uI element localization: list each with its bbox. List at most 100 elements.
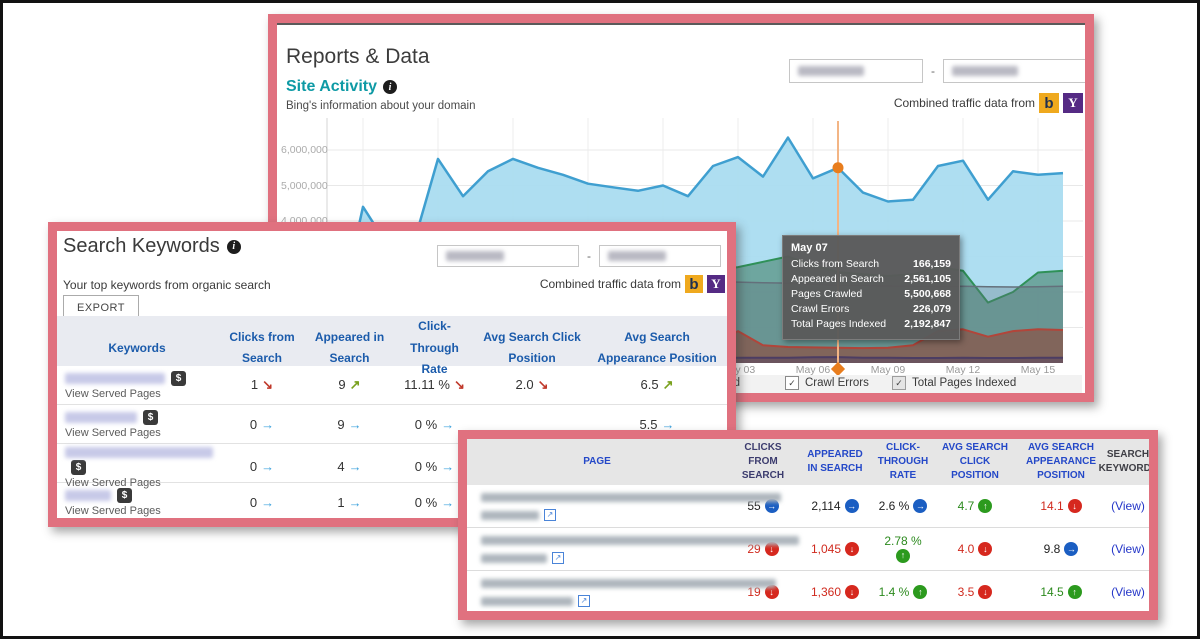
legend-checkbox[interactable]: ✓ <box>892 376 906 390</box>
metric-value: 1 <box>251 377 258 392</box>
view-served-pages-link[interactable]: View Served Pages <box>65 388 217 400</box>
view-served-pages-link[interactable]: View Served Pages <box>65 427 217 439</box>
metric-cell: 4.7↑ <box>935 499 1015 513</box>
y-axis-tick: 5,000,000 <box>281 180 323 192</box>
tooltip-row: Crawl Errors226,079 <box>791 302 951 317</box>
trend-down-circle-icon: ↓ <box>845 585 859 599</box>
keyword-blurred[interactable] <box>65 490 111 501</box>
column-header[interactable]: APPEARED IN SEARCH <box>799 439 871 485</box>
column-header[interactable]: Click-Through Rate <box>392 316 477 381</box>
page-url-blurred[interactable] <box>481 493 781 502</box>
trend-flat-circle-icon: → <box>845 499 859 513</box>
metric-value: 14.5 <box>1040 585 1063 599</box>
metric-value: 1 <box>337 495 344 510</box>
trend-down-icon: ↘ <box>262 377 273 392</box>
view-link[interactable]: (View) <box>1111 585 1145 599</box>
metric-cell: 0→ <box>217 495 307 510</box>
metric-cell: 14.1↓ <box>1015 499 1107 513</box>
view-served-pages-link[interactable]: View Served Pages <box>65 505 217 517</box>
legend-item-total-pages-indexed: ✓Total Pages Indexed <box>892 376 1016 390</box>
column-header[interactable]: AVG SEARCH CLICK POSITION <box>935 439 1015 485</box>
external-link-icon[interactable]: ↗ <box>544 509 556 521</box>
tooltip-row: Clicks from Search166,159 <box>791 257 951 272</box>
trend-flat-icon: → <box>441 417 454 432</box>
trend-flat-icon: → <box>349 417 362 432</box>
metric-value: 1.4 % <box>879 585 910 599</box>
keyword-blurred[interactable] <box>65 447 213 458</box>
date-range: - <box>437 245 721 267</box>
screenshot-frame: Reports & Data - Combined traffic data f… <box>0 0 1200 639</box>
column-header[interactable]: Avg Search Click Position <box>477 316 587 381</box>
legend-checkbox[interactable]: ✓ <box>785 376 799 390</box>
page-row: ↗19↓1,360↓1.4 %↑3.5↓14.5↑(View) <box>467 571 1149 611</box>
trend-flat-icon: → <box>261 417 274 432</box>
legend-label: Crawl Errors <box>805 377 869 389</box>
metric-cell: 9.8→ <box>1015 542 1107 556</box>
page-url-blurred[interactable] <box>481 597 573 606</box>
page-url-cell: ↗ <box>467 534 727 564</box>
metric-cell: 2.78 %↑ <box>871 535 935 562</box>
search-keywords-title: Search Keywords <box>63 235 220 258</box>
bing-logo-icon: b <box>685 275 703 293</box>
column-header[interactable]: CLICK-THROUGH RATE <box>871 439 935 485</box>
metric-cell: 9↗ <box>307 377 392 393</box>
page-url-blurred[interactable] <box>481 579 776 588</box>
external-link-icon[interactable]: ↗ <box>552 552 564 564</box>
column-header[interactable]: Avg Search Appearance Position <box>587 316 727 381</box>
metric-value: 1,360 <box>811 585 841 599</box>
keyword-blurred[interactable] <box>65 412 137 423</box>
date-to-input[interactable] <box>599 245 721 267</box>
page-url-blurred[interactable] <box>481 511 539 520</box>
column-header[interactable]: PAGE <box>467 439 727 485</box>
trend-down-circle-icon: ↓ <box>845 542 859 556</box>
metric-cell: 2.0↘ <box>477 377 587 393</box>
trend-up-circle-icon: ↑ <box>1068 585 1082 599</box>
page-url-blurred[interactable] <box>481 536 799 545</box>
redacted-date <box>446 251 504 261</box>
trend-up-circle-icon: ↑ <box>913 585 927 599</box>
keyword-line: $ <box>65 370 217 386</box>
view-link[interactable]: (View) <box>1111 499 1145 513</box>
metric-value: 4.0 <box>958 542 975 556</box>
keyword-blurred[interactable] <box>65 373 165 384</box>
trend-flat-circle-icon: → <box>913 499 927 513</box>
metric-value: 0 % <box>415 495 437 510</box>
column-header[interactable]: AVG SEARCH APPEARANCE POSITION <box>1015 439 1107 485</box>
column-header[interactable]: Clicks from Search <box>217 316 307 381</box>
date-separator: - <box>587 249 591 263</box>
pages-table-header: PAGECLICKS FROM SEARCHAPPEARED IN SEARCH… <box>467 439 1149 485</box>
trend-up-circle-icon: ↑ <box>978 499 992 513</box>
view-link[interactable]: (View) <box>1111 542 1145 556</box>
page-url-blurred[interactable] <box>481 554 547 563</box>
column-header[interactable]: Appeared in Search <box>307 316 392 381</box>
tooltip-row: Appeared in Search2,561,105 <box>791 272 951 287</box>
info-icon[interactable]: i <box>227 240 241 254</box>
trend-flat-icon: → <box>261 495 274 510</box>
metric-value: 9 <box>337 417 344 432</box>
tooltip-label: Appeared in Search <box>791 272 884 287</box>
metric-cell: 0→ <box>217 417 307 432</box>
column-header[interactable]: CLICKS FROM SEARCH <box>727 439 799 485</box>
keyword-line: $ <box>65 409 217 425</box>
keywords-subtitle: Your top keywords from organic search <box>63 278 271 292</box>
page-url-line2: ↗ <box>481 595 727 607</box>
trend-down-icon: ↘ <box>454 377 465 392</box>
date-from-input[interactable] <box>437 245 579 267</box>
tooltip-value: 5,500,668 <box>904 287 951 302</box>
column-header[interactable]: SEARCH KEYWORDS <box>1107 439 1149 485</box>
trend-up-circle-icon: ↑ <box>896 549 910 563</box>
page-url-cell: ↗ <box>467 491 727 521</box>
metric-value: 0 % <box>415 417 437 432</box>
metric-value: 0 <box>250 495 257 510</box>
metric-cell: 1→ <box>307 495 392 510</box>
keyword-line: $ <box>65 444 217 475</box>
tooltip-date: May 07 <box>791 242 951 254</box>
trend-flat-icon: → <box>441 459 454 474</box>
trend-flat-icon: → <box>261 459 274 474</box>
external-link-icon[interactable]: ↗ <box>578 595 590 607</box>
trend-down-icon: ↘ <box>538 377 549 392</box>
combined-traffic-label: Combined traffic data from <box>540 277 681 291</box>
keyword-cell: $View Served Pages <box>57 444 217 489</box>
tooltip-label: Pages Crawled <box>791 287 862 302</box>
metric-value: 0 <box>250 417 257 432</box>
